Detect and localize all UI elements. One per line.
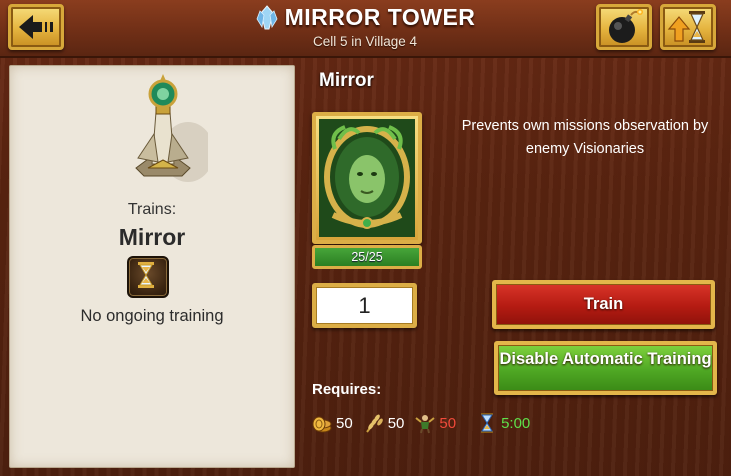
speedup-button[interactable] bbox=[660, 4, 716, 50]
quantity-input[interactable]: 1 bbox=[312, 283, 417, 328]
header-bar: MIRROR TOWER Cell 5 in Village 4 bbox=[0, 0, 731, 58]
wheat-icon bbox=[365, 414, 383, 433]
unit-description: Prevents own missions observation by ene… bbox=[461, 118, 709, 157]
disable-auto-training-button[interactable]: Disable Automatic Training bbox=[494, 341, 717, 395]
gold-cost: 50 bbox=[336, 414, 353, 432]
food-cost: 50 bbox=[387, 414, 405, 432]
training-status-badge bbox=[127, 256, 169, 298]
trained-unit-name: Mirror bbox=[118, 224, 186, 250]
unit-portrait bbox=[312, 112, 422, 244]
requires-label: Requires: bbox=[312, 381, 382, 398]
page-title: MIRROR TOWER bbox=[284, 4, 476, 30]
time-hourglass-icon bbox=[481, 413, 494, 433]
hourglass-icon bbox=[138, 262, 154, 288]
back-arrow-icon bbox=[19, 15, 53, 39]
time-cost: 5:00 bbox=[501, 414, 531, 432]
worker-icon bbox=[415, 415, 435, 434]
worker-cost: 50 bbox=[439, 414, 457, 432]
requirements-row: 50 50 50 5:00 bbox=[311, 411, 540, 435]
medusa-portrait-image bbox=[319, 119, 415, 237]
training-status-text: No ongoing training bbox=[80, 307, 224, 325]
upgrade-hourglass-icon bbox=[667, 11, 705, 43]
title-block: MIRROR TOWER Cell 5 in Village 4 bbox=[200, 4, 530, 49]
back-button[interactable] bbox=[8, 4, 64, 50]
mirror-tower-image bbox=[135, 74, 208, 182]
game-screen: MIRROR TOWER Cell 5 in Village 4 Trains:… bbox=[0, 0, 731, 476]
bomb-icon bbox=[609, 9, 643, 43]
page-subtitle: Cell 5 in Village 4 bbox=[312, 33, 418, 49]
gold-coins-icon bbox=[312, 416, 332, 433]
unit-heading: Mirror bbox=[319, 70, 374, 91]
bomb-button[interactable] bbox=[596, 4, 652, 50]
train-button[interactable]: Train bbox=[492, 280, 715, 329]
trains-label: Trains: bbox=[127, 201, 177, 218]
building-info-panel: Trains: Mirror No ongoing training bbox=[9, 65, 295, 468]
unit-count-bar: 25/25 bbox=[312, 245, 422, 269]
crystal-icon bbox=[256, 4, 278, 29]
